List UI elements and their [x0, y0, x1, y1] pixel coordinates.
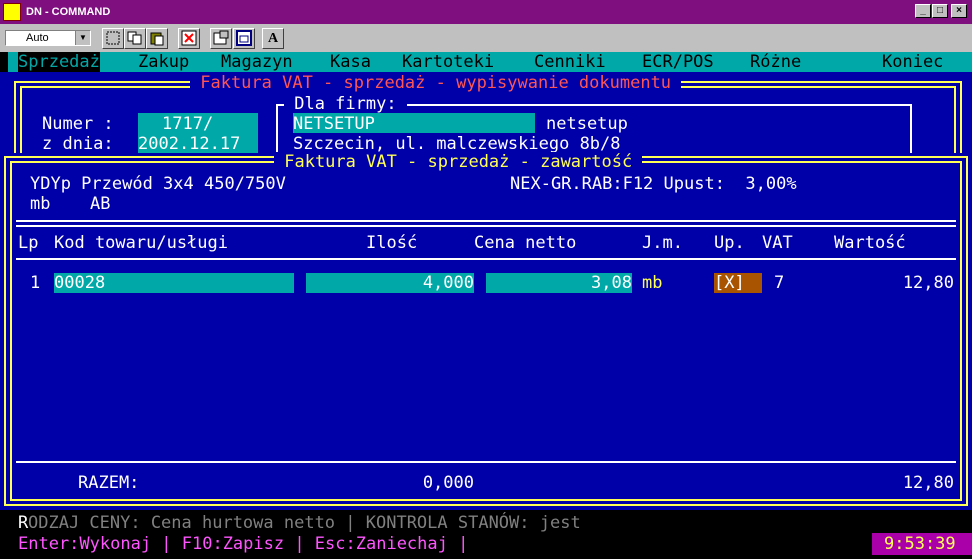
firm-name: netsetup — [546, 114, 628, 134]
product-unit: mb — [30, 194, 51, 214]
window-title: DN - COMMAND — [26, 6, 111, 18]
mark-icon[interactable] — [102, 28, 124, 49]
menu-item-kartoteki[interactable]: Kartoteki — [402, 52, 494, 72]
menu-item-magazyn[interactable]: Magazyn — [221, 52, 293, 72]
col-header-up: Up. — [714, 233, 745, 253]
inner-panel-title: Faktura VAT - sprzedaż - zawartość — [274, 152, 643, 172]
row-qty: 4,000 — [422, 273, 474, 293]
menu-item-sprzedaz[interactable]: Sprzedaż — [18, 52, 100, 72]
column-separator — [16, 258, 956, 260]
col-header-unit: J.m. — [642, 233, 683, 253]
font-size-value: Auto — [26, 32, 49, 44]
menu-item-ecr-pos[interactable]: ECR/POS — [642, 52, 714, 72]
product-group: AB — [90, 194, 111, 214]
col-header-code: Kod towaru/usługi — [54, 233, 228, 253]
status-line-first-char: R — [18, 513, 29, 533]
row-value: 12,80 — [902, 273, 954, 293]
row-lp: 1 — [30, 273, 41, 293]
menu-item-cenniki[interactable]: Cenniki — [534, 52, 606, 72]
total-value: 12,80 — [902, 473, 954, 493]
row-price: 3,08 — [591, 273, 632, 293]
properties-icon[interactable] — [210, 28, 232, 49]
col-header-vat: VAT — [762, 233, 793, 253]
numer-value: 1717/ — [162, 114, 214, 134]
hotkey-bar-text: Enter:Wykonaj | F10:Zapisz | Esc:Zaniech… — [18, 534, 469, 554]
menu-item-koniec[interactable]: Koniec — [882, 52, 943, 72]
status-line-text: ODZAJ CENY: Cena hurtowa netto | KONTROL… — [28, 513, 581, 533]
menu-item-zakup[interactable]: Zakup — [138, 52, 189, 72]
minimize-button[interactable]: _ — [915, 4, 931, 18]
clock-value: 9:53:39 — [884, 534, 956, 554]
row-code: 00028 — [54, 273, 106, 293]
close-button[interactable]: × — [951, 4, 967, 18]
col-header-lp: Lp — [18, 233, 39, 253]
fullscreen-icon[interactable] — [178, 28, 200, 49]
date-label: z dnia: — [42, 134, 114, 154]
row-unit: mb — [642, 273, 663, 293]
app-icon[interactable] — [3, 3, 21, 21]
date-value: 2002.12.17 — [138, 134, 241, 154]
firm-address: Szczecin, ul. malczewskiego 8b/8 — [293, 134, 621, 154]
row-vat: 7 — [774, 273, 785, 293]
title-bar — [0, 0, 972, 24]
col-header-value: Wartość — [834, 233, 906, 253]
menu-item-rozne[interactable]: Różne — [750, 52, 801, 72]
col-header-price: Cena netto — [474, 233, 577, 253]
background-icon[interactable] — [233, 28, 255, 49]
font-size-select[interactable]: Auto ▼ — [5, 30, 91, 46]
discount-info: NEX-GR.RAB:F12 Upust: 3,00% — [510, 174, 797, 194]
total-label: RAZEM: — [78, 473, 140, 493]
totals-separator — [16, 461, 956, 463]
firm-code-value: NETSETUP — [293, 114, 375, 134]
col-header-qty: Ilość — [366, 233, 418, 253]
font-icon[interactable]: A — [262, 28, 284, 49]
row-up-value: [X] — [714, 273, 745, 293]
outer-panel-title: Faktura VAT - sprzedaż - wypisywanie dok… — [190, 73, 682, 93]
product-name: YDYp Przewód 3x4 450/750V — [30, 174, 286, 194]
paste-icon[interactable] — [146, 28, 168, 49]
numer-label: Numer : — [42, 114, 114, 134]
total-qty: 0,000 — [422, 473, 474, 493]
menu-item-kasa[interactable]: Kasa — [330, 52, 371, 72]
maximize-button[interactable]: □ — [932, 4, 948, 18]
chevron-down-icon[interactable]: ▼ — [75, 31, 90, 45]
firm-box-label: Dla firmy: — [284, 94, 407, 114]
copy-icon[interactable] — [124, 28, 146, 49]
